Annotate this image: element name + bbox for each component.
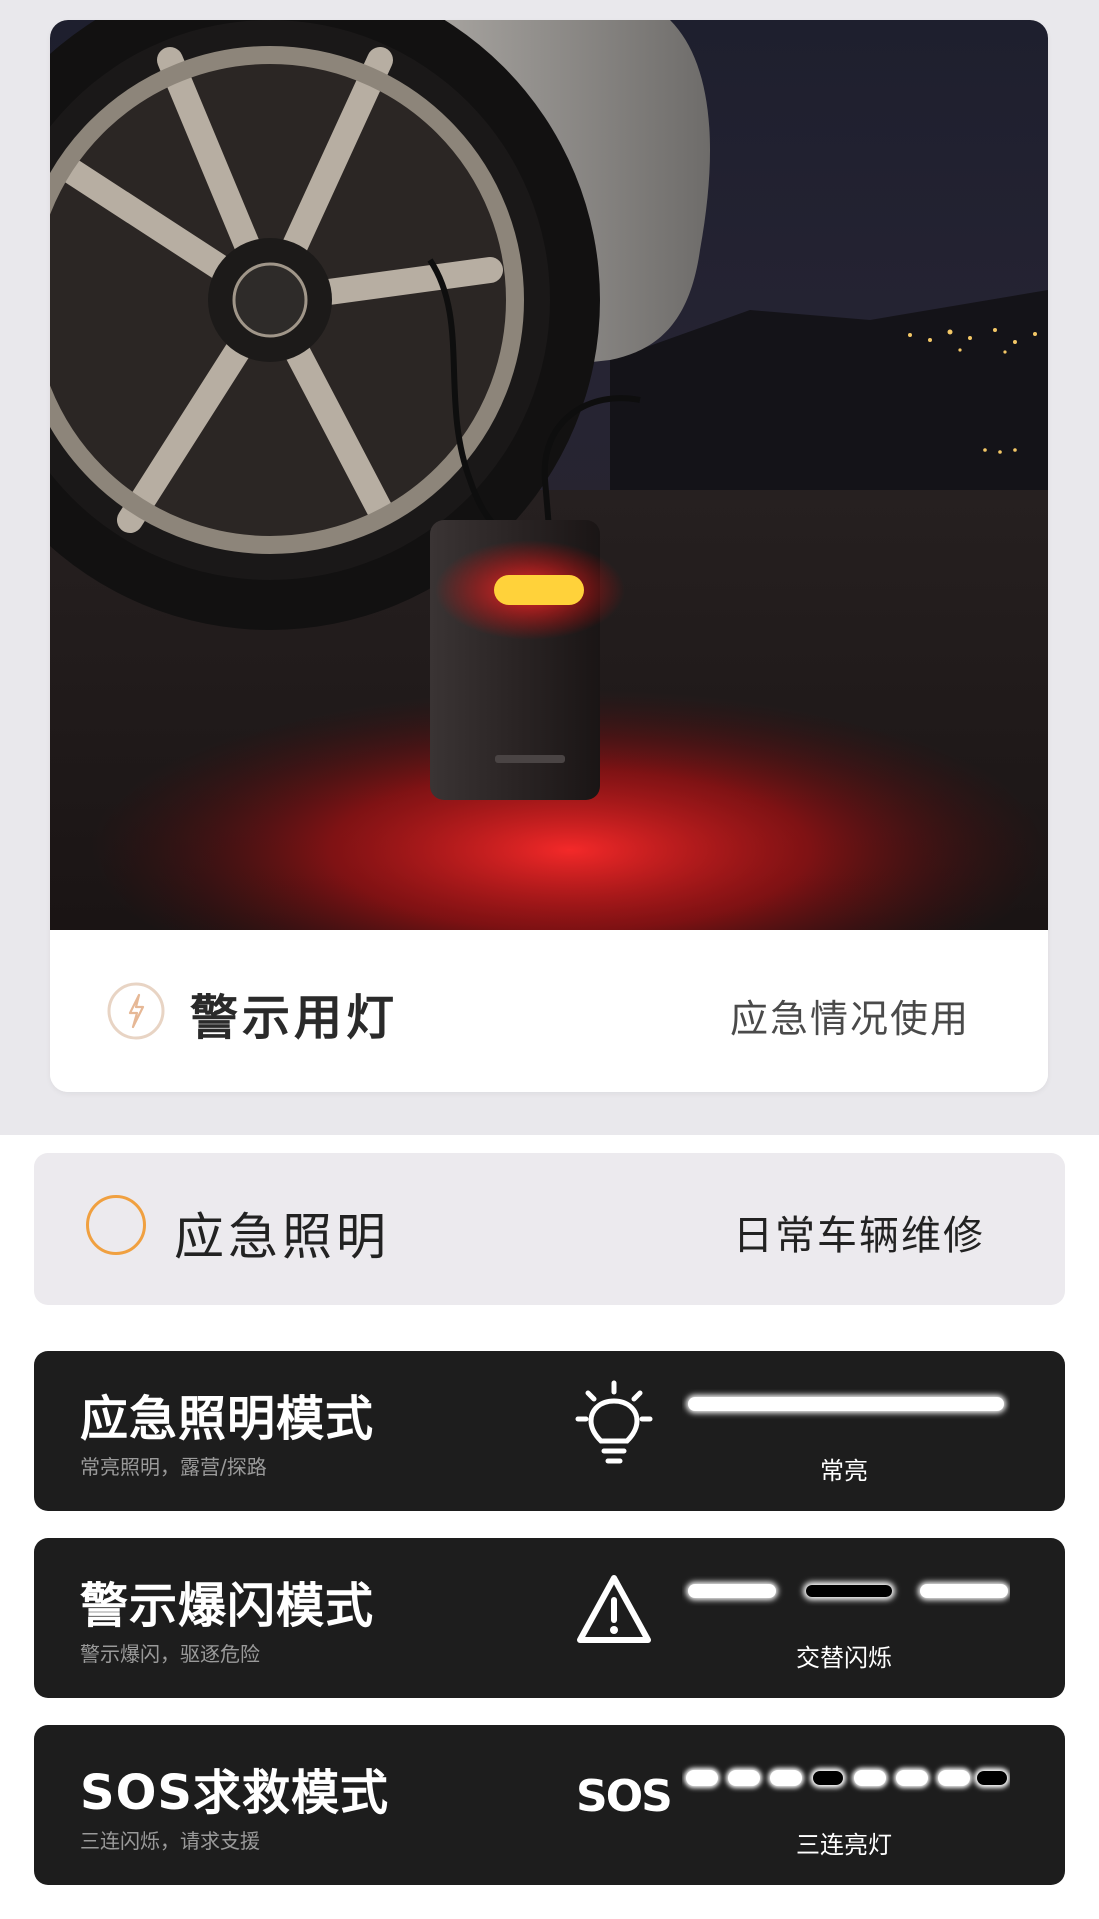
mode-subtitle: 警示爆闪，驱逐危险	[80, 1642, 260, 1666]
emergency-lighting-title: 应急照明	[174, 1208, 390, 1266]
caption-title: 警示用灯	[190, 990, 399, 1046]
mode-title: SOS求救模式	[80, 1765, 389, 1821]
sos-icon: SOS	[576, 1771, 673, 1822]
pattern-label: 三连亮灯	[796, 1831, 892, 1859]
pattern-label: 常亮	[820, 1457, 868, 1485]
mode-card-sos: SOS求救模式 三连闪烁，请求支援 SOS 三连亮灯	[34, 1725, 1065, 1885]
pattern-label: 交替闪烁	[796, 1644, 892, 1672]
radio-circle-icon	[86, 1195, 146, 1255]
pattern-solid	[686, 1395, 1006, 1413]
pattern-sos	[684, 1768, 1010, 1788]
lightning-circle-icon	[107, 982, 165, 1040]
hero-photo	[50, 20, 1048, 930]
caption-subtitle: 应急情况使用	[729, 997, 970, 1041]
sos-segments	[684, 1768, 1010, 1788]
warning-triangle-icon	[577, 1575, 651, 1643]
mode-title: 警示爆闪模式	[80, 1578, 375, 1634]
light-segment-off	[806, 1585, 892, 1597]
hero-caption: 警示用灯 应急情况使用	[50, 930, 1048, 1092]
mode-card-warning: 警示爆闪模式 警示爆闪，驱逐危险 交替闪烁	[34, 1538, 1065, 1698]
warning-light-card[interactable]: 警示用灯 应急情况使用	[50, 20, 1048, 1092]
light-segment-on	[688, 1584, 776, 1598]
lightbulb-icon	[575, 1380, 653, 1464]
mode-subtitle: 三连闪烁，请求支援	[80, 1829, 260, 1853]
emergency-lighting-card[interactable]: 应急照明 日常车辆维修	[34, 1153, 1065, 1305]
pattern-alternate	[686, 1582, 1010, 1600]
light-segment-on	[920, 1584, 1008, 1598]
mode-card-lighting: 应急照明模式 常亮照明，露营/探路 常亮	[34, 1351, 1065, 1511]
emergency-lighting-subtitle: 日常车辆维修	[733, 1213, 985, 1259]
mode-subtitle: 常亮照明，露营/探路	[80, 1455, 267, 1479]
mode-title: 应急照明模式	[80, 1391, 375, 1447]
